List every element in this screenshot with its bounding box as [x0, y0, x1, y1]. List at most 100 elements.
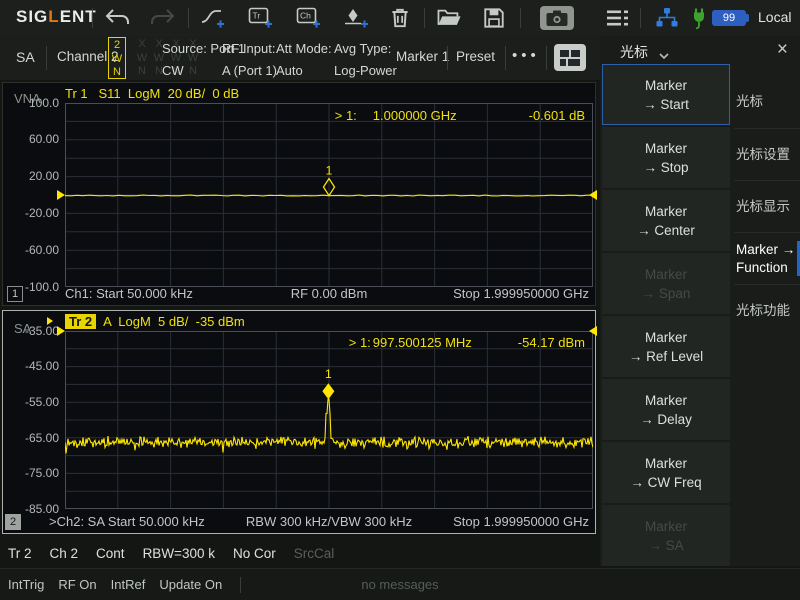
- divider: [46, 46, 47, 70]
- status-srccal: SrcCal: [294, 546, 335, 561]
- divider: [520, 8, 521, 28]
- marker-menu: Marker→ Start Marker→ Stop Marker→ Cente…: [602, 64, 730, 568]
- tab-marker-setting[interactable]: 光标设置: [734, 128, 800, 180]
- status-channel[interactable]: Ch 2: [50, 546, 79, 561]
- divider: [505, 46, 506, 70]
- svg-text:1: 1: [325, 367, 332, 381]
- sa-y-label: -35.00: [5, 324, 59, 338]
- sa-y-label: -65.00: [5, 431, 59, 445]
- top-toolbar: SIGLENT Tr Ch 99 Local: [0, 0, 800, 36]
- vna-plot-area[interactable]: 1: [65, 103, 593, 292]
- menu-list-icon[interactable]: [606, 9, 630, 32]
- screenshot-button[interactable]: [540, 6, 574, 30]
- add-channel-icon[interactable]: Ch: [296, 7, 322, 34]
- vna-ref-level-marker-right: [589, 190, 597, 200]
- layout-grid-button[interactable]: [554, 44, 586, 71]
- close-icon[interactable]: ×: [777, 37, 788, 63]
- svg-text:Ch: Ch: [300, 11, 311, 21]
- sa-trace-badge: Tr 2: [65, 314, 96, 329]
- status-rbw[interactable]: RBW=300 k: [143, 546, 215, 561]
- menu-marker-to-cw-freq[interactable]: Marker→ CW Freq: [602, 442, 730, 503]
- message-area: no messages: [361, 577, 438, 592]
- sa-window[interactable]: SA Tr 2 A LogM 5 dB/ -35 dBm -35.00 -45.…: [2, 310, 596, 534]
- trace-status-row: Tr 2 Ch 2 Cont RBW=300 k No Cor SrcCal: [0, 540, 598, 566]
- vna-trace-header[interactable]: Tr 1 S11 LogM 20 dB/ 0 dB: [65, 86, 239, 101]
- menu-marker-to-stop[interactable]: Marker→ Stop: [602, 127, 730, 188]
- camera-icon: [545, 9, 569, 27]
- menu-marker-to-start[interactable]: Marker→ Start: [602, 64, 730, 125]
- avg-type-field[interactable]: Avg Type:Log-Power: [334, 40, 397, 80]
- ref-status: IntRef: [111, 577, 146, 592]
- vna-y-label: 20.00: [5, 169, 59, 183]
- sa-ref-level-marker-left: [57, 326, 65, 336]
- more-options-button[interactable]: •••: [512, 47, 540, 64]
- sa-window-number[interactable]: 2: [5, 514, 21, 530]
- chevron-down-icon[interactable]: [658, 47, 670, 65]
- tab-marker-function[interactable]: Marker → Function: [734, 232, 800, 284]
- sa-y-label: -55.00: [5, 395, 59, 409]
- trigger-status: IntTrig: [8, 577, 44, 592]
- sa-marker-readout: > 1: 997.500125 MHz -54.17 dBm: [349, 335, 585, 350]
- sa-plot-area[interactable]: 1: [65, 331, 593, 514]
- add-marker-icon[interactable]: [344, 7, 370, 34]
- channel-state-column: XWN: [133, 37, 151, 79]
- undo-icon[interactable]: [104, 8, 132, 33]
- rf-status: RF On: [58, 577, 96, 592]
- sa-ref-level-marker-right: [589, 326, 597, 336]
- sa-y-label: -45.00: [5, 359, 59, 373]
- vna-stop-freq[interactable]: Stop 1.999950000 GHz: [453, 286, 589, 301]
- redo-icon[interactable]: [148, 8, 176, 33]
- menu-marker-to-ref-level[interactable]: Marker→ Ref Level: [602, 316, 730, 377]
- marker-tab-list: 光标 光标设置 光标显示 Marker → Function 光标功能: [734, 76, 800, 336]
- vna-window[interactable]: VNA Tr 1 S11 LogM 20 dB/ 0 dB 100.0 60.0…: [2, 82, 596, 306]
- save-icon[interactable]: [482, 6, 506, 35]
- att-mode-field[interactable]: Att Mode:Auto: [276, 40, 332, 80]
- vna-y-label: 100.0: [5, 96, 59, 110]
- system-status-bar: IntTrig RF On IntRef Update On no messag…: [0, 568, 800, 600]
- rf-input-field[interactable]: RF Input:A (Port 1): [222, 40, 277, 80]
- vna-marker-readout: > 1: 1.000000 GHz -0.601 dB: [335, 108, 585, 123]
- menu-marker-to-delay[interactable]: Marker→ Delay: [602, 379, 730, 440]
- marker-1-button[interactable]: Marker 1: [396, 49, 449, 64]
- vna-ref-level-marker-left: [57, 190, 65, 200]
- menu-marker-to-sa: Marker→ SA: [602, 505, 730, 566]
- power-plug-icon: [690, 7, 708, 34]
- tab-marker[interactable]: 光标: [734, 76, 800, 128]
- vna-y-label: 60.00: [5, 132, 59, 146]
- menu-marker-to-span: Marker→ Span: [602, 253, 730, 314]
- divider: [640, 8, 641, 28]
- battery-indicator: 99: [712, 10, 746, 26]
- panel-header: 光标 ×: [600, 36, 800, 64]
- open-file-icon[interactable]: [436, 8, 462, 33]
- add-trace-window-icon[interactable]: Tr: [248, 7, 274, 34]
- preset-button[interactable]: Preset: [456, 49, 495, 64]
- local-mode-label[interactable]: Local: [758, 9, 791, 25]
- battery-level: 99: [723, 12, 735, 24]
- menu-marker-to-center[interactable]: Marker→ Center: [602, 190, 730, 251]
- add-trace-icon[interactable]: [200, 7, 226, 34]
- channel-toolbar: SA Channel 2 2WN XWN XWN XWN XWN Source:…: [0, 36, 600, 80]
- network-icon[interactable]: [654, 7, 680, 34]
- status-cont[interactable]: Cont: [96, 546, 125, 561]
- sa-y-label: -75.00: [5, 466, 59, 480]
- divider: [188, 8, 189, 28]
- panel-title[interactable]: 光标: [620, 42, 648, 62]
- sa-mode-label[interactable]: SA: [16, 49, 35, 65]
- active-channel-badge[interactable]: 2WN: [108, 37, 126, 79]
- layout-grid-icon: [559, 49, 581, 67]
- status-trace[interactable]: Tr 2: [8, 546, 32, 561]
- sa-stop-freq[interactable]: Stop 1.999950000 GHz: [453, 514, 589, 529]
- vna-y-label: -60.00: [5, 243, 59, 257]
- divider: [447, 46, 448, 70]
- delete-icon[interactable]: [388, 6, 412, 35]
- vna-y-label: -20.00: [5, 206, 59, 220]
- tab-marker-func[interactable]: 光标功能: [734, 284, 800, 336]
- divider: [546, 46, 547, 70]
- tab-marker-display[interactable]: 光标显示: [734, 180, 800, 232]
- vna-window-number[interactable]: 1: [7, 286, 23, 302]
- svg-text:1: 1: [326, 164, 333, 178]
- siglent-logo: SIGLENT: [16, 7, 97, 27]
- sa-trace-header[interactable]: Tr 2 A LogM 5 dB/ -35 dBm: [65, 314, 245, 329]
- divider: [240, 577, 241, 593]
- status-nocor: No Cor: [233, 546, 276, 561]
